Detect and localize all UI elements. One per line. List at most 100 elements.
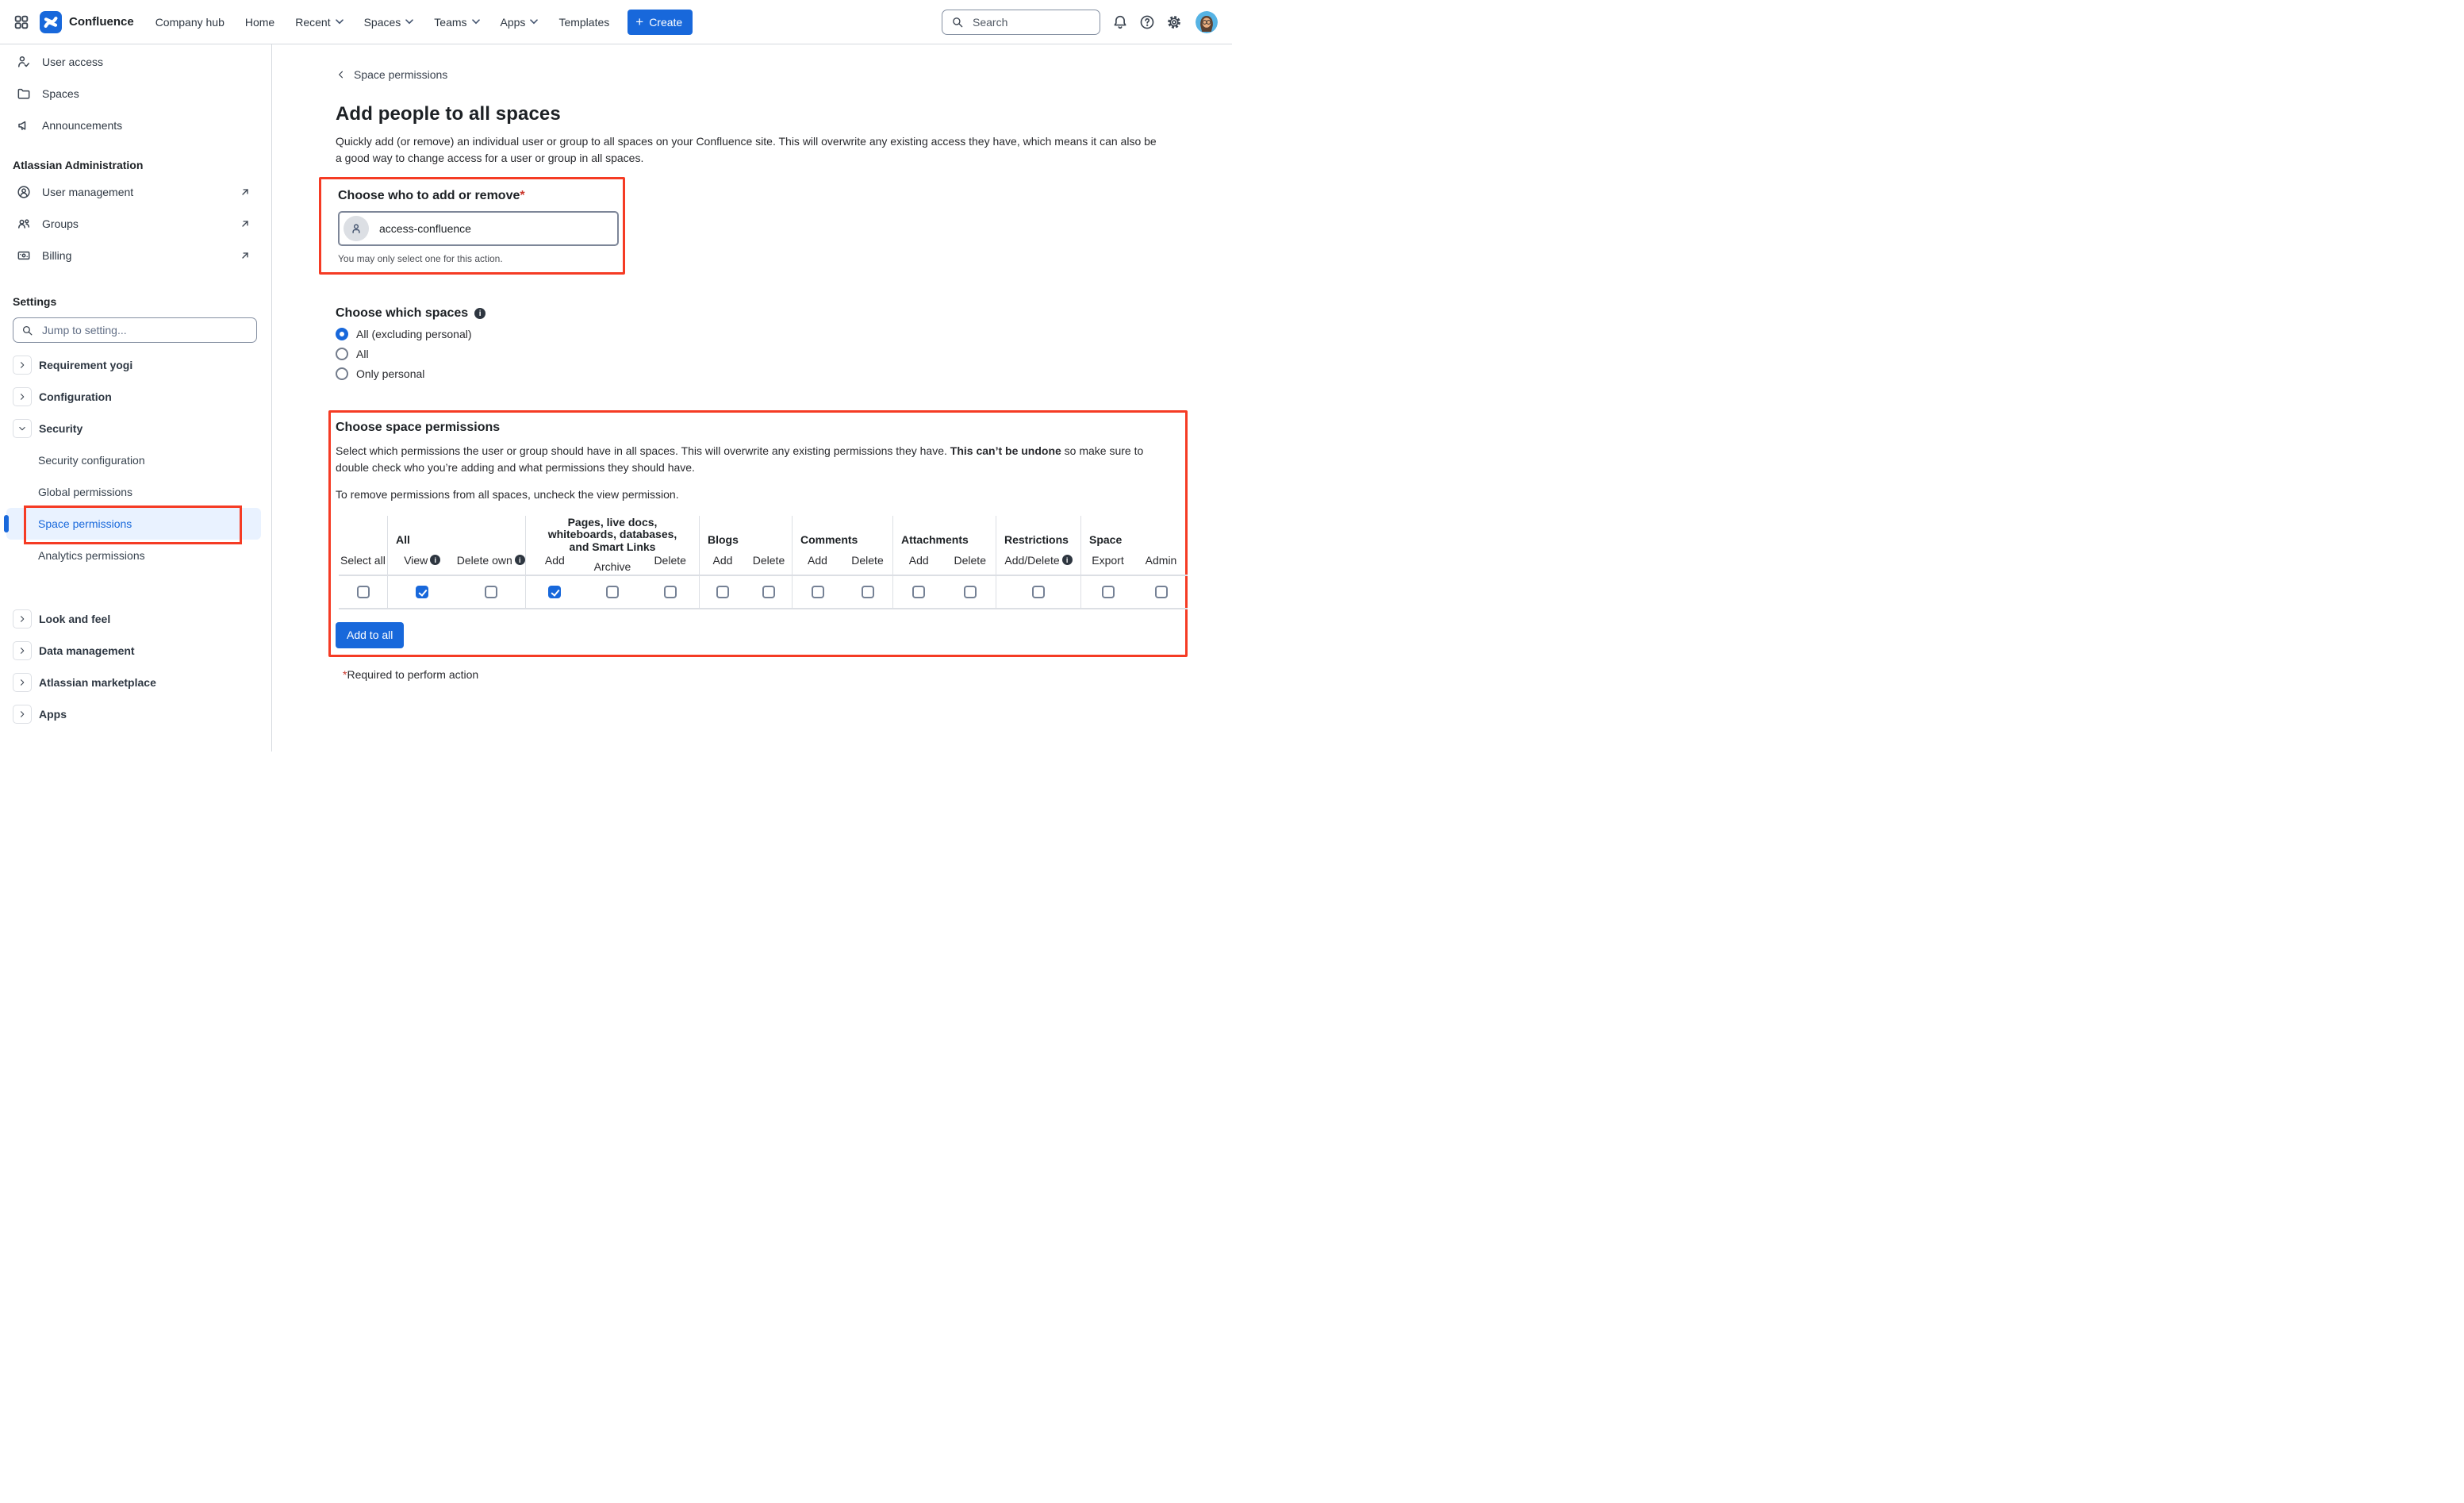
sidebar-group-apps[interactable]: Apps xyxy=(0,698,271,730)
checkbox-blogs-add[interactable] xyxy=(716,586,729,598)
help-icon xyxy=(1138,13,1156,31)
external-link-icon xyxy=(238,248,252,263)
sidebar-item-global-permissions[interactable]: Global permissions xyxy=(0,476,271,508)
nav-item-home[interactable]: Home xyxy=(235,10,285,34)
expand-button[interactable] xyxy=(13,673,32,692)
expand-button[interactable] xyxy=(13,705,32,724)
search-input[interactable] xyxy=(971,15,1082,29)
checkbox-view[interactable] xyxy=(416,586,428,598)
info-icon[interactable] xyxy=(474,308,486,319)
jump-to-setting-search[interactable] xyxy=(13,317,257,343)
user-circle-icon xyxy=(16,184,32,200)
sidebar-group-requirement-yogi[interactable]: Requirement yogi xyxy=(0,349,271,381)
megaphone-icon xyxy=(16,117,32,133)
confluence-brand[interactable]: Confluence xyxy=(40,11,134,33)
user-check-icon xyxy=(16,54,32,70)
gear-icon xyxy=(1165,13,1183,31)
column-header-blogs-add: Add xyxy=(700,554,746,567)
permissions-description-2: To remove permissions from all spaces, u… xyxy=(336,486,1165,503)
nav-item-teams[interactable]: Teams xyxy=(424,10,489,34)
checkbox-restrictions-add-delete[interactable] xyxy=(1032,586,1045,598)
radio-button[interactable] xyxy=(336,367,348,380)
expand-button[interactable] xyxy=(13,356,32,375)
page-intro: Quickly add (or remove) an individual us… xyxy=(336,133,1165,166)
search-icon xyxy=(950,15,965,29)
page-title: Add people to all spaces xyxy=(336,103,1232,125)
settings-button[interactable] xyxy=(1161,9,1188,36)
user-picker[interactable]: access-confluence xyxy=(338,211,619,246)
checkbox-comments-add[interactable] xyxy=(812,586,824,598)
column-header-pages-add: Add xyxy=(526,554,584,567)
info-icon[interactable] xyxy=(515,555,525,565)
nav-right-cluster xyxy=(942,9,1218,36)
sidebar-item-billing[interactable]: Billing xyxy=(0,240,271,271)
create-button[interactable]: + Create xyxy=(628,10,693,35)
sidebar-group-security[interactable]: Security xyxy=(0,413,271,444)
checkbox-pages-archive[interactable] xyxy=(606,586,619,598)
expand-button[interactable] xyxy=(13,387,32,406)
chevron-right-icon xyxy=(17,613,28,625)
column-header-comments-delete: Delete xyxy=(842,554,892,567)
user-avatar[interactable] xyxy=(1196,11,1218,33)
plus-icon: + xyxy=(635,15,643,29)
checkbox-space-export[interactable] xyxy=(1102,586,1115,598)
help-button[interactable] xyxy=(1134,9,1161,36)
app-switcher-button[interactable] xyxy=(8,9,35,36)
nav-item-company-hub[interactable]: Company hub xyxy=(145,10,235,34)
sidebar-item-groups[interactable]: Groups xyxy=(0,208,271,240)
choose-spaces-heading: Choose which spaces xyxy=(336,306,468,321)
radio-button[interactable] xyxy=(336,328,348,340)
permissions-description: Select which permissions the user or gro… xyxy=(336,443,1165,475)
sidebar-item-label: Billing xyxy=(42,249,71,262)
column-header-add-delete: Add/Delete xyxy=(996,554,1080,567)
folder-icon xyxy=(16,86,32,102)
sidebar-item-analytics-permissions[interactable]: Analytics permissions xyxy=(0,540,271,571)
add-to-all-button[interactable]: Add to all xyxy=(336,622,404,648)
checkbox-attachments-delete[interactable] xyxy=(964,586,977,598)
breadcrumb[interactable]: Space permissions xyxy=(336,68,447,81)
column-header-comments-add: Add xyxy=(793,554,842,567)
sidebar-group-atlassian-marketplace[interactable]: Atlassian marketplace xyxy=(0,667,271,698)
expand-button[interactable] xyxy=(13,641,32,660)
radio-option-all[interactable]: All xyxy=(336,348,369,360)
checkbox-delete-own[interactable] xyxy=(485,586,497,598)
sidebar-group-look-and-feel[interactable]: Look and feel xyxy=(0,603,271,635)
column-group-pages: Pages, live docs, whiteboards, databases… xyxy=(526,517,699,554)
expand-button[interactable] xyxy=(13,609,32,628)
info-icon[interactable] xyxy=(1062,555,1073,565)
checkbox-pages-delete[interactable] xyxy=(664,586,677,598)
collapse-button[interactable] xyxy=(13,419,32,438)
sidebar-item-spaces[interactable]: Spaces xyxy=(0,78,271,110)
radio-button[interactable] xyxy=(336,348,348,360)
annotation-box-permissions: Choose space permissions Select which pe… xyxy=(328,410,1188,657)
nav-item-spaces[interactable]: Spaces xyxy=(354,10,424,34)
avatar-image xyxy=(1196,11,1218,33)
checkbox-attachments-add[interactable] xyxy=(912,586,925,598)
radio-option-only-personal[interactable]: Only personal xyxy=(336,367,424,380)
notifications-button[interactable] xyxy=(1107,9,1134,36)
checkbox-blogs-delete[interactable] xyxy=(762,586,775,598)
choose-who-heading: Choose who to add or remove* xyxy=(338,189,619,203)
checkbox-pages-add[interactable] xyxy=(548,586,561,598)
jump-to-setting-input[interactable] xyxy=(40,323,223,337)
checkbox-select-all[interactable] xyxy=(357,586,370,598)
radio-option-all-excluding-personal[interactable]: All (excluding personal) xyxy=(336,328,472,340)
nav-item-apps[interactable]: Apps xyxy=(490,10,549,34)
nav-item-templates[interactable]: Templates xyxy=(548,10,620,34)
sidebar-item-security-configuration[interactable]: Security configuration xyxy=(0,444,271,476)
sidebar-item-space-permissions[interactable]: Space permissions xyxy=(6,508,261,540)
sidebar-item-announcements[interactable]: Announcements xyxy=(0,110,271,141)
global-search[interactable] xyxy=(942,10,1100,35)
search-icon xyxy=(21,324,34,337)
sidebar-item-user-access[interactable]: User access xyxy=(0,46,271,78)
checkbox-space-admin[interactable] xyxy=(1155,586,1168,598)
sidebar-item-user-management[interactable]: User management xyxy=(0,176,271,208)
bell-icon xyxy=(1111,13,1129,31)
checkbox-comments-delete[interactable] xyxy=(862,586,874,598)
info-icon[interactable] xyxy=(430,555,440,565)
sidebar-group-data-management[interactable]: Data management xyxy=(0,635,271,667)
billing-icon xyxy=(16,248,32,263)
person-icon xyxy=(349,221,363,236)
nav-item-recent[interactable]: Recent xyxy=(285,10,353,34)
sidebar-group-configuration[interactable]: Configuration xyxy=(0,381,271,413)
